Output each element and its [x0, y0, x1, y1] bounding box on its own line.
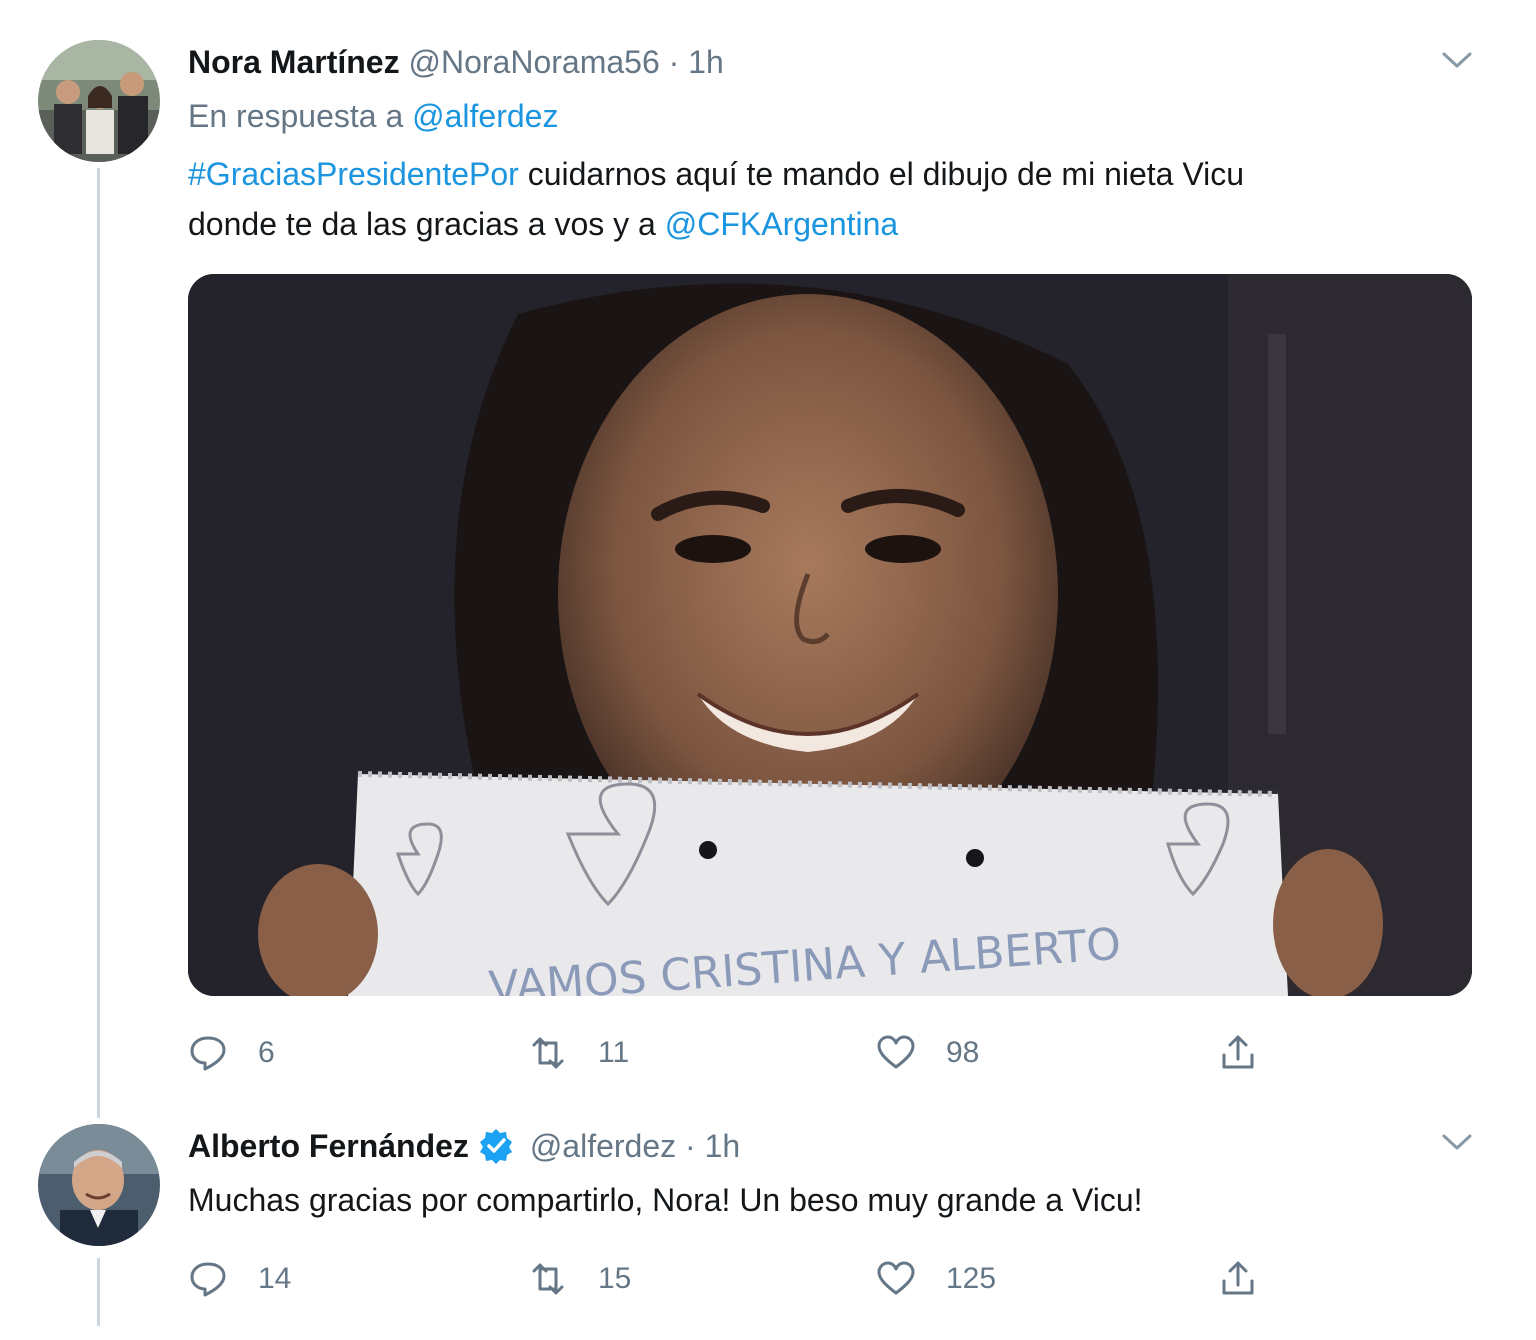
like-action[interactable]: 98	[876, 1028, 979, 1078]
reply-action[interactable]: 6	[188, 1028, 275, 1078]
timestamp[interactable]: 1h	[705, 1128, 741, 1164]
tweet-actions-alberto: 14 15 125	[188, 1254, 1288, 1304]
timestamp[interactable]: 1h	[688, 44, 724, 80]
tweet-header-nora: Nora Martínez @NoraNorama56 · 1h	[188, 42, 724, 82]
cfk-mention-link[interactable]: @CFKArgentina	[665, 206, 898, 242]
tweet-text-1: cuidarnos aquí te mando el dibujo de mi …	[518, 156, 1245, 192]
like-count: 125	[946, 1262, 997, 1295]
share-action[interactable]	[1218, 1028, 1258, 1078]
retweet-action[interactable]: 15	[528, 1254, 631, 1304]
verified-badge-icon	[479, 1129, 512, 1164]
tweet-text-2: donde te da las gracias a vos y a	[188, 206, 665, 242]
thread-line-top	[97, 168, 100, 1118]
reply-action[interactable]: 14	[188, 1254, 291, 1304]
reply-count: 14	[258, 1262, 292, 1295]
like-count: 98	[946, 1036, 980, 1069]
chevron-down-icon[interactable]	[1440, 1130, 1474, 1154]
avatar-alberto-image	[38, 1124, 160, 1246]
avatar-nora-image	[38, 40, 160, 162]
retweet-count: 11	[598, 1036, 630, 1069]
author-handle[interactable]: @alferdez	[530, 1128, 676, 1164]
avatar-nora[interactable]	[38, 40, 160, 162]
reply-icon[interactable]	[188, 1033, 228, 1073]
separator-dot: ·	[685, 1128, 696, 1164]
author-handle[interactable]: @NoraNorama56	[408, 44, 659, 80]
retweet-icon[interactable]	[528, 1033, 568, 1073]
author-name[interactable]: Alberto Fernández	[188, 1128, 469, 1164]
author-name[interactable]: Nora Martínez	[188, 44, 400, 80]
tweet-photo[interactable]: VAMOS CRISTINA Y ALBERTO	[188, 274, 1472, 996]
chevron-down-icon[interactable]	[1440, 48, 1474, 72]
tweet-header-alberto: Alberto Fernández @alferdez · 1h	[188, 1126, 740, 1166]
tweet-photo-image: VAMOS CRISTINA Y ALBERTO	[188, 274, 1472, 996]
thread-line-bottom	[97, 1258, 100, 1326]
tweet-text-alberto: Muchas gracias por compartirlo, Nora! Un…	[188, 1182, 1143, 1218]
reply-count: 6	[258, 1036, 275, 1069]
tweet-text-line-1: #GraciasPresidentePor cuidarnos aquí te …	[188, 150, 1244, 198]
share-icon[interactable]	[1218, 1033, 1258, 1073]
reply-context: En respuesta a @alferdez	[188, 96, 558, 136]
hashtag-link[interactable]: #GraciasPresidentePor	[188, 156, 519, 192]
separator-dot: ·	[668, 44, 680, 80]
share-action[interactable]	[1218, 1254, 1258, 1304]
reply-to-mention[interactable]: @alferdez	[412, 98, 558, 134]
avatar-alberto[interactable]	[38, 1124, 160, 1246]
like-icon[interactable]	[876, 1259, 916, 1299]
retweet-action[interactable]: 11	[528, 1028, 629, 1078]
reply-icon[interactable]	[188, 1259, 228, 1299]
retweet-icon[interactable]	[528, 1259, 568, 1299]
share-icon[interactable]	[1218, 1259, 1258, 1299]
reply-prefix: En respuesta a	[188, 98, 404, 134]
like-action[interactable]: 125	[876, 1254, 996, 1304]
tweet-actions-nora: 6 11 98	[188, 1028, 1288, 1078]
like-icon[interactable]	[876, 1033, 916, 1073]
retweet-count: 15	[598, 1262, 632, 1295]
tweet-text-line-2: donde te da las gracias a vos y a @CFKAr…	[188, 200, 898, 248]
